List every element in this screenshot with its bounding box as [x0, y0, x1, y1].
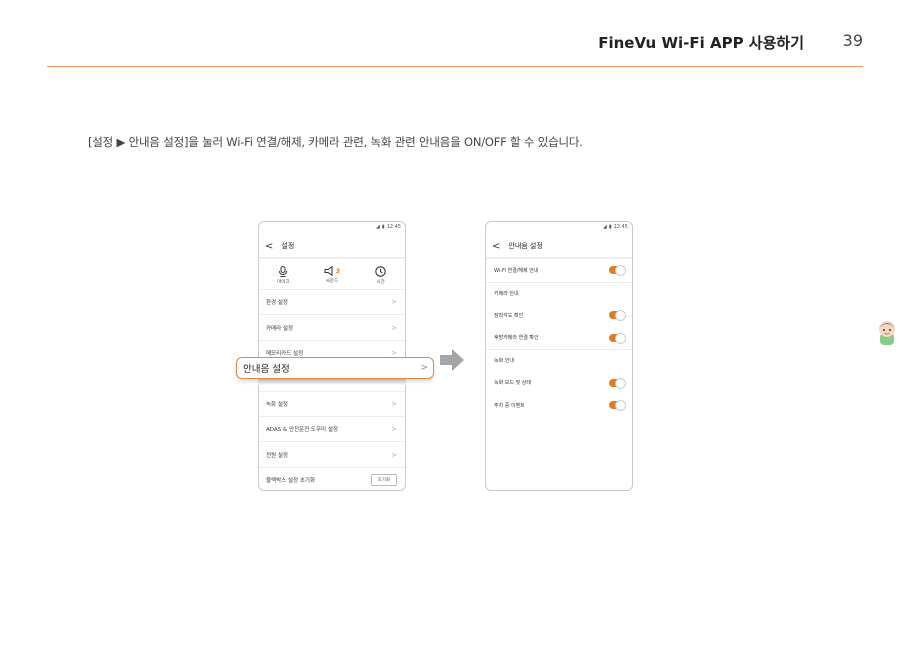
menu-item-label: 녹화 설정 — [266, 401, 288, 408]
sound-level-badge: 3 — [335, 267, 341, 275]
settings-appbar: < 설정 — [259, 235, 405, 257]
wifi-guide-toggle[interactable] — [609, 265, 626, 277]
reset-button[interactable]: 초기화 — [370, 473, 397, 486]
arrow-right-icon — [440, 349, 464, 371]
sound-guide-screen: ◢ ▮ 12:45 < 안내음 설정 Wi-Fi 연결/해제 안내 카메라 안내… — [485, 221, 633, 491]
rear-camera-item: 후방카메라 연결 확인 — [486, 327, 632, 350]
quick-time-label: 시간 — [376, 279, 385, 285]
quick-settings-row: 마이크 3 사운드 시간 — [259, 261, 405, 289]
parking-event-item: 주차 중 이벤트 — [486, 394, 632, 417]
quick-mic[interactable]: 마이크 — [259, 261, 308, 289]
highlight-shadow — [258, 379, 406, 385]
chevron-right-icon: > — [391, 348, 397, 357]
parking-event-toggle[interactable] — [609, 400, 626, 412]
parking-event-label: 주차 중 이벤트 — [494, 402, 525, 409]
wifi-guide-label: Wi-Fi 연결/해제 안내 — [494, 267, 539, 274]
menu-item-label: ADAS & 안전운전 도우미 설정 — [266, 427, 338, 434]
record-mode-label: 녹화 모드 및 상태 — [494, 380, 531, 387]
rear-camera-label: 후방카메라 연결 확인 — [494, 335, 539, 342]
mount-angle-item: 장착각도 확인 — [486, 304, 632, 327]
chevron-right-icon: > — [391, 298, 397, 307]
speaker-icon — [324, 266, 333, 276]
highlight-label: 안내음 설정 — [243, 364, 290, 375]
record-mode-item: 녹화 모드 및 상태 — [486, 372, 632, 395]
status-time: 12:45 — [386, 224, 401, 230]
menu-item-label: 환경 설정 — [266, 300, 288, 307]
record-guide-section: 녹화 안내 — [486, 349, 632, 372]
menu-item-label: 메모리카드 설정 — [266, 350, 304, 357]
header-title: FineVu Wi-Fi APP 사용하기 — [598, 34, 804, 52]
quick-sound-label: 사운드 — [325, 279, 339, 284]
menu-item-recording[interactable]: 녹화 설정 > — [259, 390, 405, 416]
menu-item-reset: 블랙박스 설정 초기화 초기화 — [259, 466, 405, 490]
menu-item-power[interactable]: 전원 설정 > — [259, 441, 405, 466]
sound-guide-appbar: < 안내음 설정 — [486, 235, 632, 257]
sound-guide-title: 안내음 설정 — [508, 242, 543, 250]
mount-angle-toggle[interactable] — [609, 310, 626, 322]
back-icon[interactable]: < — [265, 241, 273, 252]
status-time: 12:45 — [613, 224, 628, 230]
reset-label: 블랙박스 설정 초기화 — [266, 477, 316, 484]
back-icon[interactable]: < — [492, 241, 500, 252]
chevron-right-icon: > — [391, 323, 397, 332]
menu-item-label: 카메라 설정 — [266, 325, 294, 332]
header-divider — [47, 66, 863, 67]
microphone-icon — [279, 265, 288, 277]
menu-item-label: 전원 설정 — [266, 452, 288, 459]
quick-sound[interactable]: 3 사운드 — [308, 261, 357, 289]
quick-time[interactable]: 시간 — [356, 261, 405, 289]
camera-guide-section: 카메라 안내 — [486, 281, 632, 305]
menu-item-environment[interactable]: 환경 설정 > — [259, 289, 405, 314]
intro-text: [설정 ▶ 안내음 설정]을 눌러 Wi-Fi 연결/해제, 카메라 관련, 녹… — [88, 135, 583, 149]
menu-item-camera[interactable]: 카메라 설정 > — [259, 314, 405, 339]
appbar-shadow — [259, 257, 405, 260]
signal-icon: ◢ — [375, 224, 380, 230]
battery-icon: ▮ — [608, 224, 612, 230]
record-mode-toggle[interactable] — [609, 377, 626, 389]
sound-guide-list: Wi-Fi 연결/해제 안내 카메라 안내 장착각도 확인 후방카메라 연결 확… — [486, 259, 632, 417]
chevron-right-icon: > — [391, 450, 397, 459]
mascot-icon — [879, 321, 895, 345]
chevron-right-icon: > — [391, 399, 397, 408]
status-bar: ◢ ▮ 12:45 — [603, 224, 628, 230]
clock-icon — [375, 265, 386, 277]
status-bar: ◢ ▮ 12:45 — [376, 224, 401, 230]
settings-screen: ◢ ▮ 12:45 < 설정 마이크 3 사운드 시간 환경 설정 > 카메라 … — [258, 221, 406, 491]
quick-mic-label: 마이크 — [277, 279, 290, 285]
chevron-right-icon: > — [391, 425, 397, 434]
menu-item-sound-guide-highlight[interactable]: 안내음 설정 > — [236, 357, 434, 379]
battery-icon: ▮ — [381, 224, 385, 230]
signal-icon: ◢ — [602, 224, 607, 230]
settings-menu: 환경 설정 > 카메라 설정 > 메모리카드 설정 > 녹화 설정 > ADAS… — [259, 289, 405, 490]
chevron-right-icon: > — [420, 363, 428, 373]
settings-title: 설정 — [281, 242, 295, 250]
page-number: 39 — [842, 31, 863, 50]
menu-item-adas[interactable]: ADAS & 안전운전 도우미 설정 > — [259, 415, 405, 441]
rear-camera-toggle[interactable] — [609, 332, 626, 344]
mount-angle-label: 장착각도 확인 — [494, 312, 524, 319]
wifi-guide-item: Wi-Fi 연결/해제 안내 — [486, 259, 632, 282]
